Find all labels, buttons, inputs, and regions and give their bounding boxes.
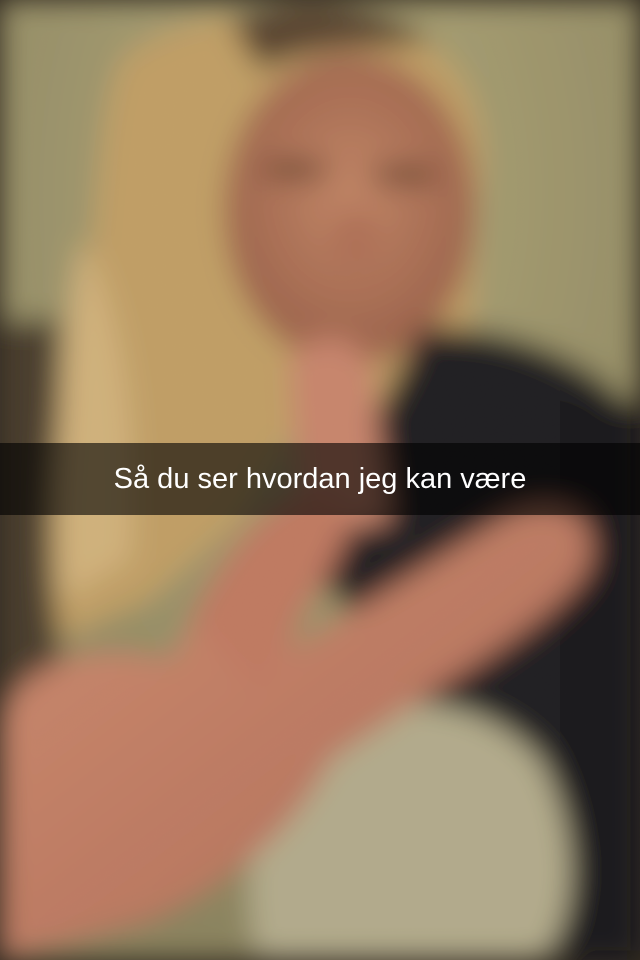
caption-bar: Så du ser hvordan jeg kan være [0, 443, 640, 515]
caption-text: Så du ser hvordan jeg kan være [113, 462, 527, 495]
snap-view: Så du ser hvordan jeg kan være [0, 0, 640, 960]
